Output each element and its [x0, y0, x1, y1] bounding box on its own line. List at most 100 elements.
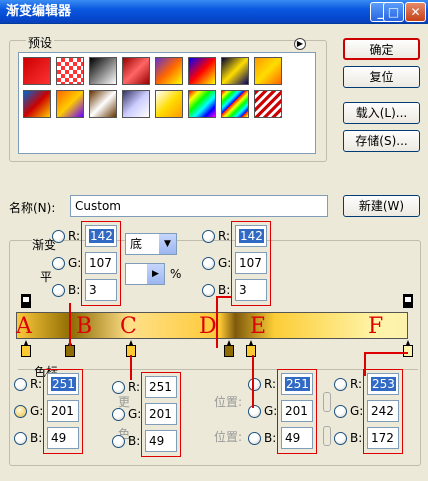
stop-color-e-input-r[interactable]: 251: [281, 373, 313, 395]
percent-label: %: [170, 267, 182, 281]
annotation-letter-f: F: [368, 314, 384, 339]
preset-swatch[interactable]: [254, 57, 282, 85]
stop-color-c-value-r: 251: [149, 380, 172, 394]
save-button[interactable]: 存储(S)...: [343, 130, 420, 152]
stop-color-f-label-g: G:: [350, 404, 364, 418]
stop-color-f-radio-r[interactable]: [334, 378, 347, 391]
stop-color-a-label-b: B:: [30, 431, 43, 445]
stop-color-c-value-g: 201: [149, 407, 172, 421]
top-color-1-input-g[interactable]: 107: [85, 252, 117, 274]
stop-color-c-input-r[interactable]: 251: [145, 376, 177, 398]
color-stop-d[interactable]: [224, 340, 234, 357]
top-color-1-radio-b[interactable]: [52, 284, 65, 297]
presets-menu-icon[interactable]: ▶: [294, 38, 306, 50]
preset-swatch[interactable]: [56, 90, 84, 118]
connector-d-horz: [216, 296, 232, 298]
preset-swatch[interactable]: [89, 90, 117, 118]
new-button[interactable]: 新建(W): [343, 195, 420, 217]
preset-swatch[interactable]: [23, 57, 51, 85]
preset-swatch[interactable]: [188, 57, 216, 85]
stop-color-e-radio-b[interactable]: [248, 432, 261, 445]
stop-color-a-input-b[interactable]: 49: [47, 427, 79, 449]
opacity-stop-right[interactable]: [403, 294, 413, 308]
stop-color-f-value-r: 253: [371, 377, 396, 391]
opacity-stop-left[interactable]: [21, 294, 31, 308]
stop-color-a-value-b: 49: [51, 431, 67, 445]
stop-color-e-label-b: B:: [264, 431, 277, 445]
stop-color-f-input-r[interactable]: 253: [367, 373, 399, 395]
stop-color-e-radio-g[interactable]: [248, 405, 261, 418]
top-color-1-radio-g[interactable]: [52, 257, 65, 270]
load-button[interactable]: 载入(L)...: [343, 102, 420, 124]
color-stop-e[interactable]: [246, 340, 256, 357]
smoothness-label: 平: [40, 270, 53, 284]
stop-color-f-label-b: B:: [350, 431, 363, 445]
color-stop-b[interactable]: [65, 340, 75, 357]
top-color-2-input-g[interactable]: 107: [235, 252, 267, 274]
connector-d-vert: [216, 296, 218, 348]
top-color-2-label-r: R:: [218, 229, 231, 243]
top-color-1-radio-r[interactable]: [52, 230, 65, 243]
stop-color-e-label-r: R:: [264, 377, 277, 391]
ok-button[interactable]: 确定: [343, 38, 420, 60]
top-color-1-input-b[interactable]: 3: [85, 279, 117, 301]
preset-swatch[interactable]: [23, 90, 51, 118]
preset-swatch[interactable]: [221, 90, 249, 118]
stop-color-c-input-b[interactable]: 49: [145, 430, 177, 452]
stop-color-a-input-g[interactable]: 201: [47, 400, 79, 422]
top-color-1-value-b: 3: [89, 283, 97, 297]
preset-swatch[interactable]: [122, 90, 150, 118]
preset-swatch[interactable]: [221, 57, 249, 85]
preset-swatch[interactable]: [155, 90, 183, 118]
top-color-1-input-r[interactable]: 142: [85, 225, 117, 247]
stop-color-c-radio-g[interactable]: [112, 408, 125, 421]
top-color-2-input-r[interactable]: 142: [235, 225, 267, 247]
preset-swatch[interactable]: [89, 57, 117, 85]
stop-color-f-label-r: R:: [350, 377, 363, 391]
top-color-1-value-g: 107: [89, 256, 112, 270]
top-color-2-radio-g[interactable]: [202, 257, 215, 270]
stop-color-e-value-b: 49: [285, 431, 301, 445]
gradient-type-select[interactable]: 底 ▼: [125, 233, 177, 255]
connector-f-vert: [364, 352, 366, 376]
top-color-2-input-b[interactable]: 3: [235, 279, 267, 301]
stop-color-a-radio-r[interactable]: [14, 378, 27, 391]
annotation-letter-d: D: [199, 314, 217, 339]
top-color-1-label-g: G:: [68, 256, 82, 270]
stop-color-c-label-g: G:: [128, 407, 142, 421]
reset-button[interactable]: 复位: [343, 66, 420, 88]
name-input[interactable]: Custom: [70, 195, 328, 217]
stop-color-a-radio-b[interactable]: [14, 432, 27, 445]
color-stop-f[interactable]: [403, 340, 413, 357]
stop-color-c-input-g[interactable]: 201: [145, 403, 177, 425]
stop-color-e-label-g: G:: [264, 404, 278, 418]
stop-color-e-radio-r[interactable]: [248, 378, 261, 391]
stop-color-f-input-g[interactable]: 242: [367, 400, 399, 422]
stop-color-f-input-b[interactable]: 172: [367, 427, 399, 449]
gradient-type-value: 底: [130, 237, 143, 251]
preset-swatch[interactable]: [254, 90, 282, 118]
position-label-2: 位置:: [214, 430, 243, 444]
stop-color-f-radio-g[interactable]: [334, 405, 347, 418]
stop-color-c-radio-b[interactable]: [112, 435, 125, 448]
preset-swatch[interactable]: [122, 57, 150, 85]
presets-list[interactable]: [18, 52, 316, 154]
stop-color-e-value-g: 201: [285, 404, 308, 418]
stop-color-e-input-g[interactable]: 201: [281, 400, 313, 422]
stop-color-e-input-b[interactable]: 49: [281, 427, 313, 449]
smoothness-input[interactable]: ▶: [125, 263, 165, 285]
top-color-2-radio-b[interactable]: [202, 284, 215, 297]
stop-color-c-radio-r[interactable]: [112, 381, 125, 394]
top-color-2-label-g: G:: [218, 256, 232, 270]
preset-swatch[interactable]: [56, 57, 84, 85]
stop-color-a-radio-g[interactable]: [14, 405, 27, 418]
annotation-letter-a: A: [16, 314, 32, 339]
preset-swatch[interactable]: [188, 90, 216, 118]
color-stop-a[interactable]: [21, 340, 31, 357]
close-button[interactable]: ✕: [405, 2, 426, 22]
stop-color-a-input-r[interactable]: 251: [47, 373, 79, 395]
maximize-button[interactable]: □: [383, 2, 404, 22]
preset-swatch[interactable]: [155, 57, 183, 85]
top-color-2-radio-r[interactable]: [202, 230, 215, 243]
stop-color-f-radio-b[interactable]: [334, 432, 347, 445]
